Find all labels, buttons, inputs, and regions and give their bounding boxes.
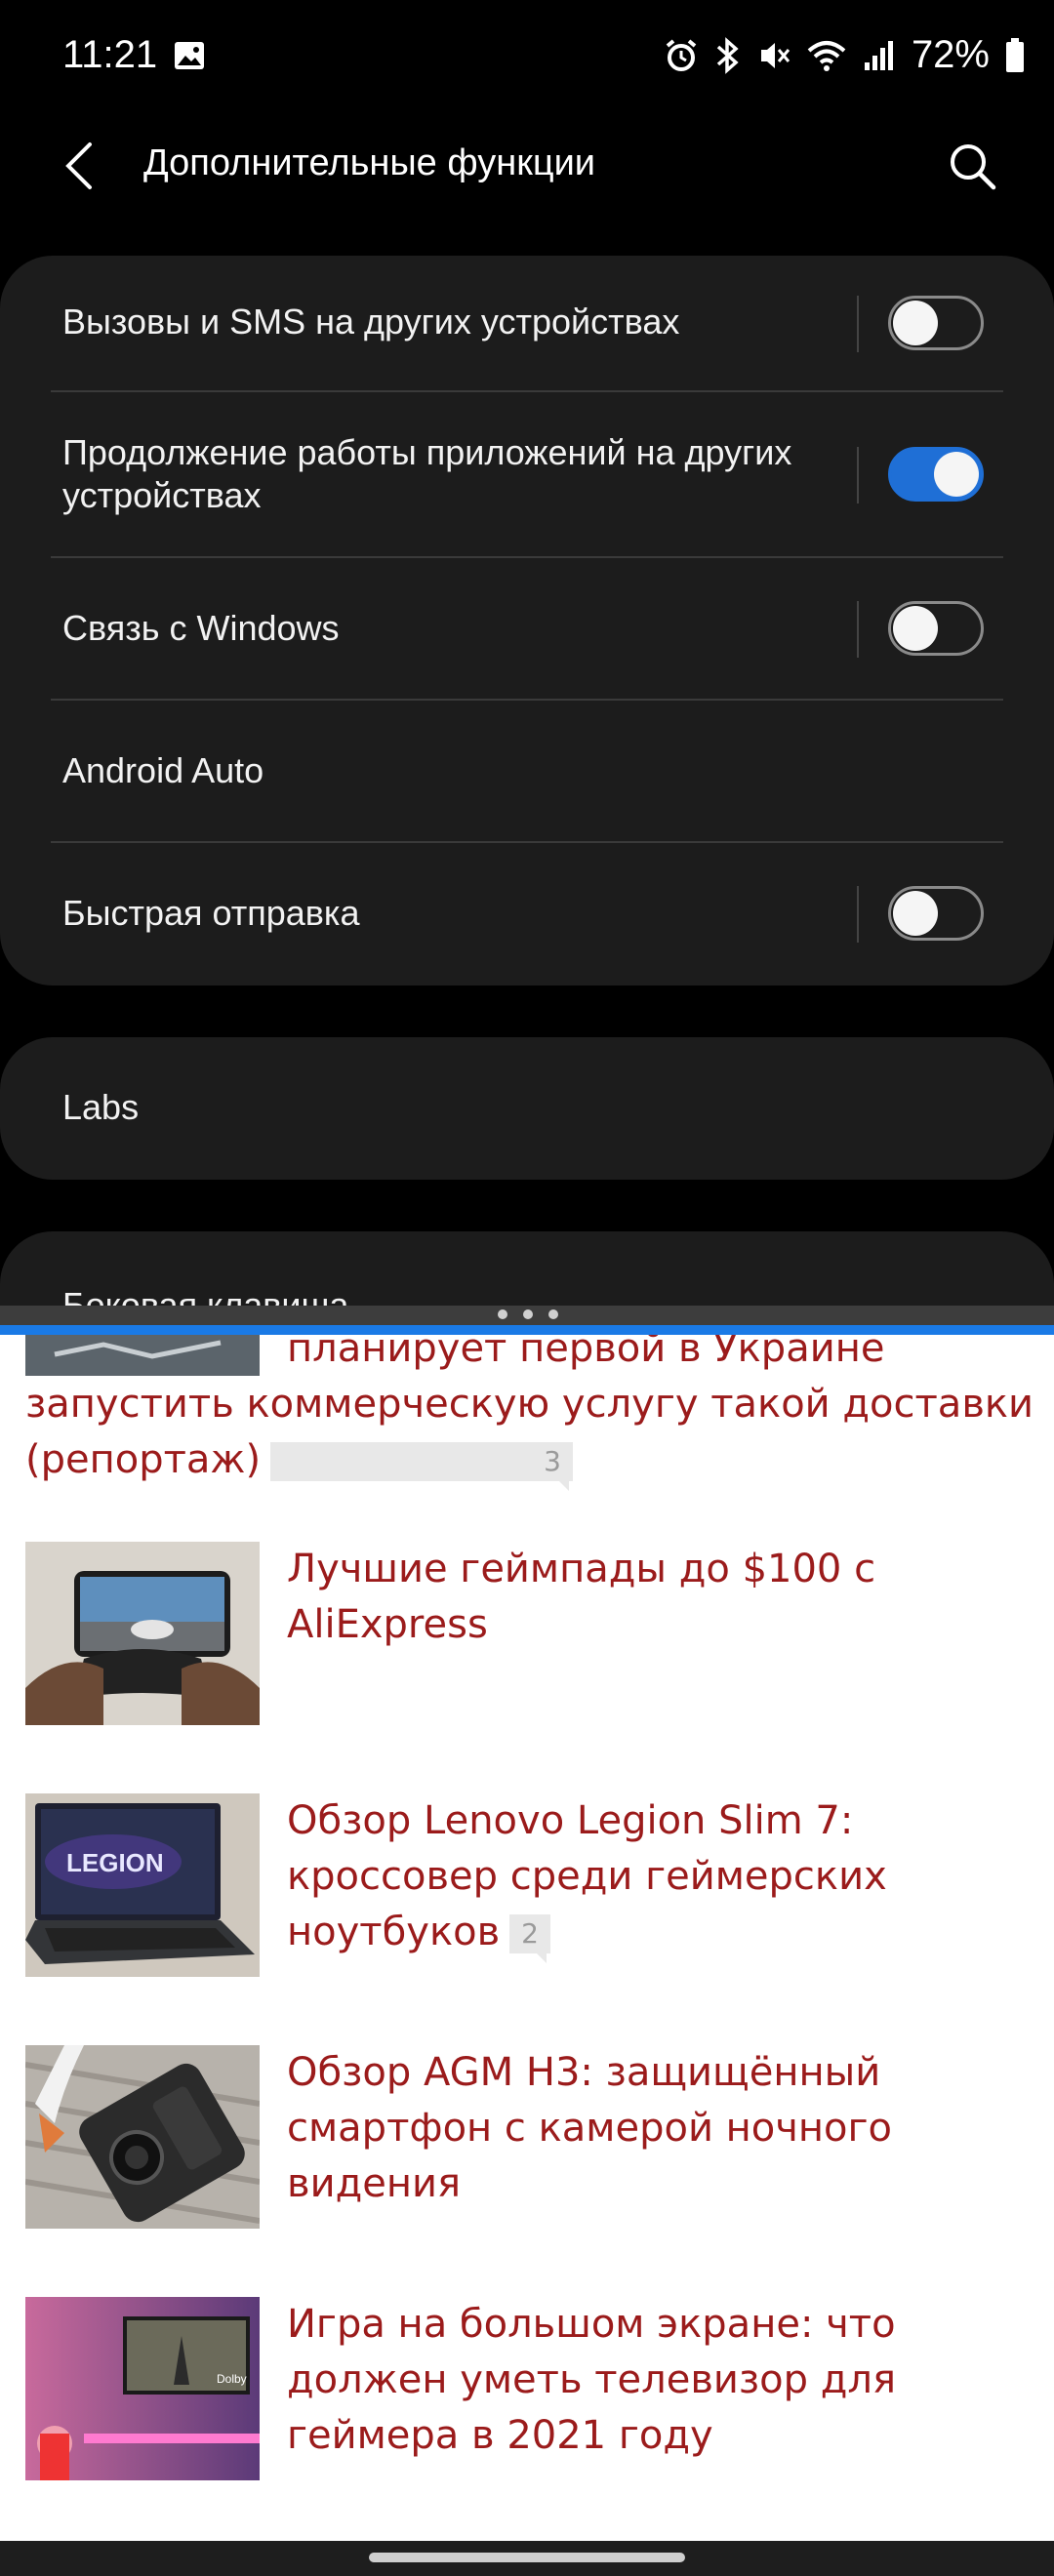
toggle-switch[interactable]: [888, 447, 984, 502]
divider: [857, 886, 859, 943]
setting-label: Android Auto: [62, 750, 264, 790]
toggle-switch[interactable]: [888, 601, 984, 656]
setting-label: Быстрая отправка: [62, 893, 360, 933]
navigation-bar: [0, 2541, 1054, 2576]
setting-row-continue-apps[interactable]: Продолжение работы приложений на других …: [0, 392, 1054, 558]
divider: [857, 447, 859, 503]
drag-handle-icon: [498, 1309, 558, 1319]
toggle-knob: [893, 606, 938, 651]
signal-icon: [863, 39, 896, 72]
labs-card[interactable]: Labs: [0, 1037, 1054, 1180]
setting-row-android-auto[interactable]: Android Auto: [0, 701, 1054, 843]
divider: [857, 601, 859, 658]
article-thumbnail[interactable]: [25, 1542, 260, 1725]
wifi-icon: [806, 39, 847, 72]
article-thumbnail[interactable]: Dolby: [25, 2297, 260, 2480]
setting-label: Связь с Windows: [62, 608, 340, 648]
browser-content: планирует первой в Украине запустить ком…: [0, 1335, 1054, 2541]
article-title[interactable]: Лучшие геймпады до $100 с AliExpress: [287, 1542, 1038, 1653]
bluetooth-icon: [714, 36, 742, 74]
battery-icon: [1005, 37, 1025, 73]
image-icon: [174, 41, 205, 75]
dolby-logo-text: Dolby: [217, 2372, 247, 2386]
list-item[interactable]: Лучшие геймпады до $100 с AliExpress: [0, 1542, 1054, 1737]
divider: [857, 296, 859, 352]
setting-row-link-windows[interactable]: Связь с Windows: [0, 558, 1054, 701]
status-icons: 72%: [664, 33, 1025, 77]
list-item[interactable]: планирует первой в Украине запустить ком…: [0, 1335, 1054, 1491]
legion-logo-text: LEGION: [66, 1848, 164, 1877]
home-gesture-handle[interactable]: [369, 2553, 685, 2562]
toggle-switch[interactable]: [888, 886, 984, 941]
battery-percent: 72%: [911, 33, 990, 76]
labs-label: Labs: [62, 1087, 140, 1127]
comment-count-badge[interactable]: 3: [270, 1442, 573, 1491]
alarm-icon: [664, 38, 699, 73]
setting-label: Продолжение работы приложений на других …: [62, 432, 792, 515]
article-title[interactable]: Обзор Lenovo Legion Slim 7: кроссовер ср…: [287, 1793, 1038, 1963]
list-item[interactable]: Обзор AGM H3: защищённый смартфон с каме…: [0, 2045, 1054, 2240]
status-bar: 11:21 72%: [0, 0, 1054, 117]
settings-card: Вызовы и SMS на других устройствах Продо…: [0, 256, 1054, 986]
toggle-knob: [934, 452, 979, 497]
status-time: 11:21: [62, 33, 158, 76]
list-item[interactable]: Dolby Игра на большом экране: что должен…: [0, 2297, 1054, 2531]
article-title[interactable]: планирует первой в Украине запустить ком…: [25, 1335, 1040, 1491]
toggle-knob: [893, 301, 938, 345]
back-arrow-icon: [65, 142, 92, 189]
setting-row-calls-sms[interactable]: Вызовы и SMS на других устройствах: [0, 256, 1054, 392]
search-icon: [951, 144, 996, 190]
split-screen-handle[interactable]: [0, 1306, 1054, 1325]
search-button[interactable]: [943, 137, 1001, 195]
toggle-knob: [893, 891, 938, 936]
mute-icon: [757, 38, 790, 73]
split-screen-accent: [0, 1325, 1054, 1335]
article-title[interactable]: Игра на большом экране: что должен уметь…: [287, 2297, 1038, 2464]
page-title: Дополнительные функции: [143, 142, 596, 183]
article-thumbnail[interactable]: [25, 2045, 260, 2229]
setting-label: Вызовы и SMS на других устройствах: [62, 302, 680, 342]
comment-count-badge[interactable]: 2: [509, 1914, 550, 1963]
article-title[interactable]: Обзор AGM H3: защищённый смартфон с каме…: [287, 2045, 1038, 2212]
toggle-switch[interactable]: [888, 296, 984, 350]
list-item[interactable]: LEGION Обзор Lenovo Legion Slim 7: кросс…: [0, 1793, 1054, 1989]
setting-row-quick-share[interactable]: Быстрая отправка: [0, 843, 1054, 986]
article-thumbnail[interactable]: LEGION: [25, 1793, 260, 1977]
back-button[interactable]: [57, 137, 105, 195]
